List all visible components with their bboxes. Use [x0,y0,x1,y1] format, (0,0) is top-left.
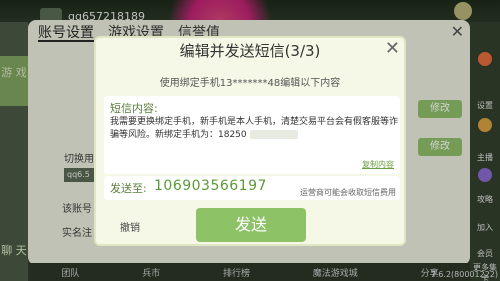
cancel-button[interactable]: 撤销 [120,219,140,234]
copy-content-link[interactable]: 复制内容 [362,159,394,170]
sms-dialog: 编辑并发送短信(3/3) ✕ 使用绑定手机13*******48编辑以下内容 短… [94,36,406,246]
sms-fee-note: 运营商可能会收取短信费用 [300,188,396,197]
send-to-box: 发送至: 106903566197 运营商可能会收取短信费用 [104,176,400,200]
dialog-subtitle: 使用绑定手机13*******48编辑以下内容 [159,78,341,89]
dialog-title: 编辑并发送短信(3/3) [179,42,321,60]
redacted-number [249,129,298,139]
sms-content-text: 我需要更换绑定手机，新手机是本人手机，清楚交易平台会有假客服等诈骗等风险。新绑定… [110,116,398,141]
sms-content-box: 短信内容: 我需要更换绑定手机，新手机是本人手机，清楚交易平台会有假客服等诈骗等… [104,96,400,174]
close-icon[interactable]: ✕ [385,38,400,59]
send-to-label: 发送至: [110,182,147,195]
sms-content-label: 短信内容: [110,102,158,115]
send-button[interactable]: 发送 [196,208,306,242]
send-to-number: 106903566197 [154,178,267,194]
